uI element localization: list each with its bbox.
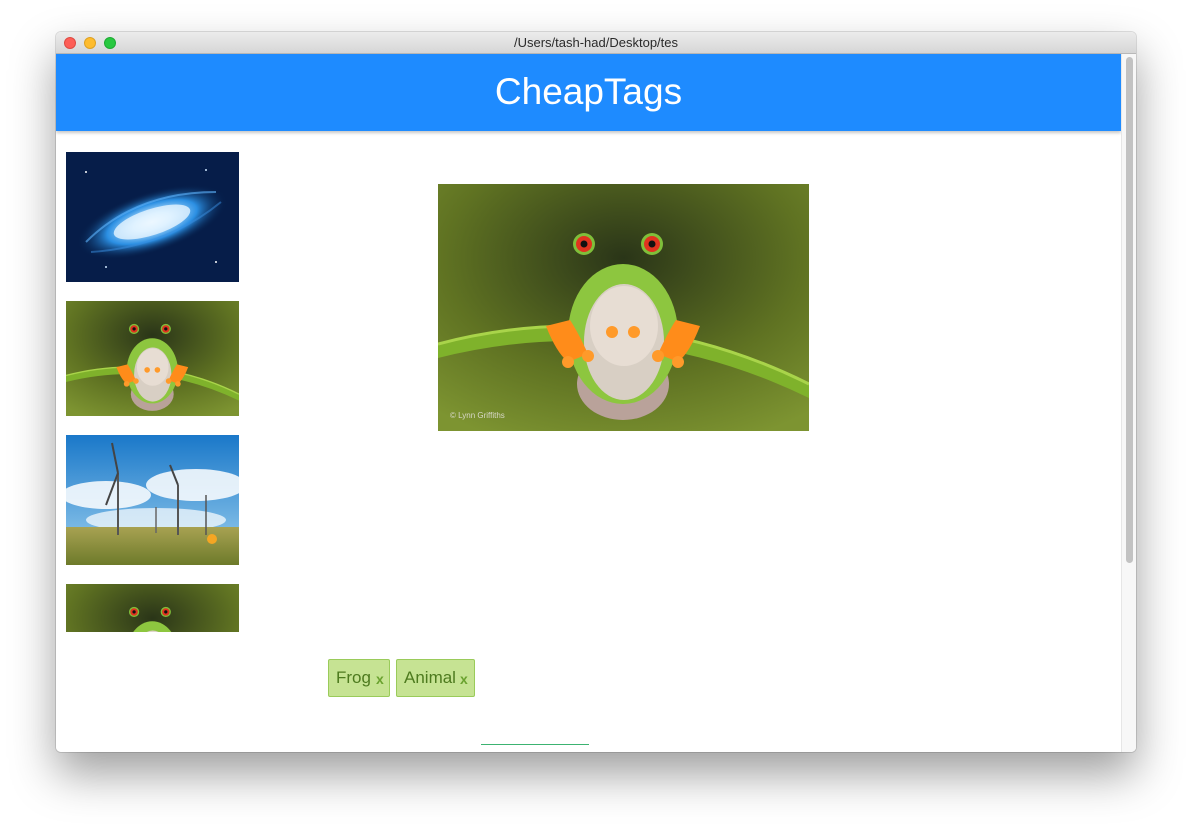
app-header: CheapTags [56,54,1121,131]
thumbnail-galaxy[interactable] [66,152,239,282]
frog-thumbnail-image-2 [66,584,239,632]
new-tag-input[interactable] [481,740,589,745]
remove-tag-button[interactable]: x [376,670,384,688]
thumbnail-frog-2[interactable] [66,584,239,632]
page-content: CheapTags © Lynn Griffiths Frog x Animal… [56,54,1136,752]
image-watermark: © Lynn Griffiths [450,411,505,420]
tag-chip: Animal x [396,659,475,697]
vertical-scrollbar[interactable] [1121,54,1136,752]
remove-tag-button[interactable]: x [460,670,468,688]
thumbnail-frog[interactable] [66,301,239,416]
desktop: /Users/tash-had/Desktop/tes CheapTags © … [0,0,1192,832]
frog-thumbnail-image [66,301,239,416]
app-title: CheapTags [494,71,683,112]
selected-image: © Lynn Griffiths [438,184,809,431]
thumbnail-list[interactable] [66,152,239,632]
tag-label: Frog [336,668,371,687]
window-title: /Users/tash-had/Desktop/tes [513,35,679,50]
frog-image: © Lynn Griffiths [438,184,809,431]
thumbnail-wind-turbines[interactable] [66,435,239,565]
scrollbar-thumb[interactable] [1126,57,1133,563]
window-titlebar[interactable]: /Users/tash-had/Desktop/tes [56,32,1136,54]
wind-turbines-image [66,435,239,565]
app-window: /Users/tash-had/Desktop/tes CheapTags © … [56,32,1136,752]
tag-chip: Frog x [328,659,390,697]
tag-label: Animal [404,668,456,687]
galaxy-image [66,152,239,282]
